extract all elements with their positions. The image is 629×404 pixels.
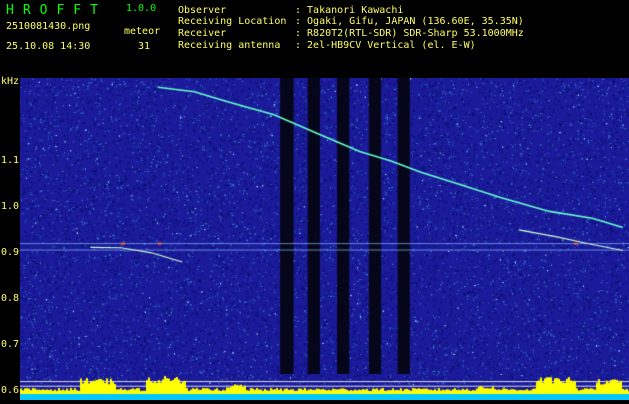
observer-label: Observer <box>178 5 227 16</box>
y-tick-label: 1.1 <box>1 154 20 166</box>
y-tick-label: 0.6 <box>1 384 20 396</box>
spectrogram-canvas <box>20 78 629 400</box>
receiver-label: Receiver <box>178 28 227 39</box>
spectrogram <box>20 78 629 400</box>
y-tick-label: 0.9 <box>1 246 20 258</box>
location-label: Receiving Location <box>178 16 287 27</box>
date-time: 25.10.08 14:30 <box>6 41 91 52</box>
y-tick-label: 1.0 <box>1 200 20 212</box>
y-axis-unit: kHz <box>1 76 20 87</box>
app-name: HROFFT <box>6 3 107 18</box>
app-version: 1.0.0 <box>126 3 157 14</box>
header-panel: HROFFT 1.0.0 2510081430.png meteor 25.10… <box>0 0 629 75</box>
antenna-label: Receiving antenna <box>178 40 281 51</box>
observer-value: : Takanori Kawachi <box>295 5 404 16</box>
antenna-value: : 2el-HB9CV Vertical (el. E-W) <box>295 40 476 51</box>
y-tick-label: 0.7 <box>1 338 20 350</box>
meteor-label: meteor <box>124 26 161 37</box>
file-name: 2510081430.png <box>6 21 91 32</box>
meteor-count: 31 <box>138 41 151 52</box>
location-value: : Ogaki, Gifu, JAPAN (136.60E, 35.35N) <box>295 16 524 27</box>
receiver-value: : R820T2(RTL-SDR) SDR-Sharp 53.1000MHz <box>295 28 524 39</box>
y-tick-label: 0.8 <box>1 292 20 304</box>
